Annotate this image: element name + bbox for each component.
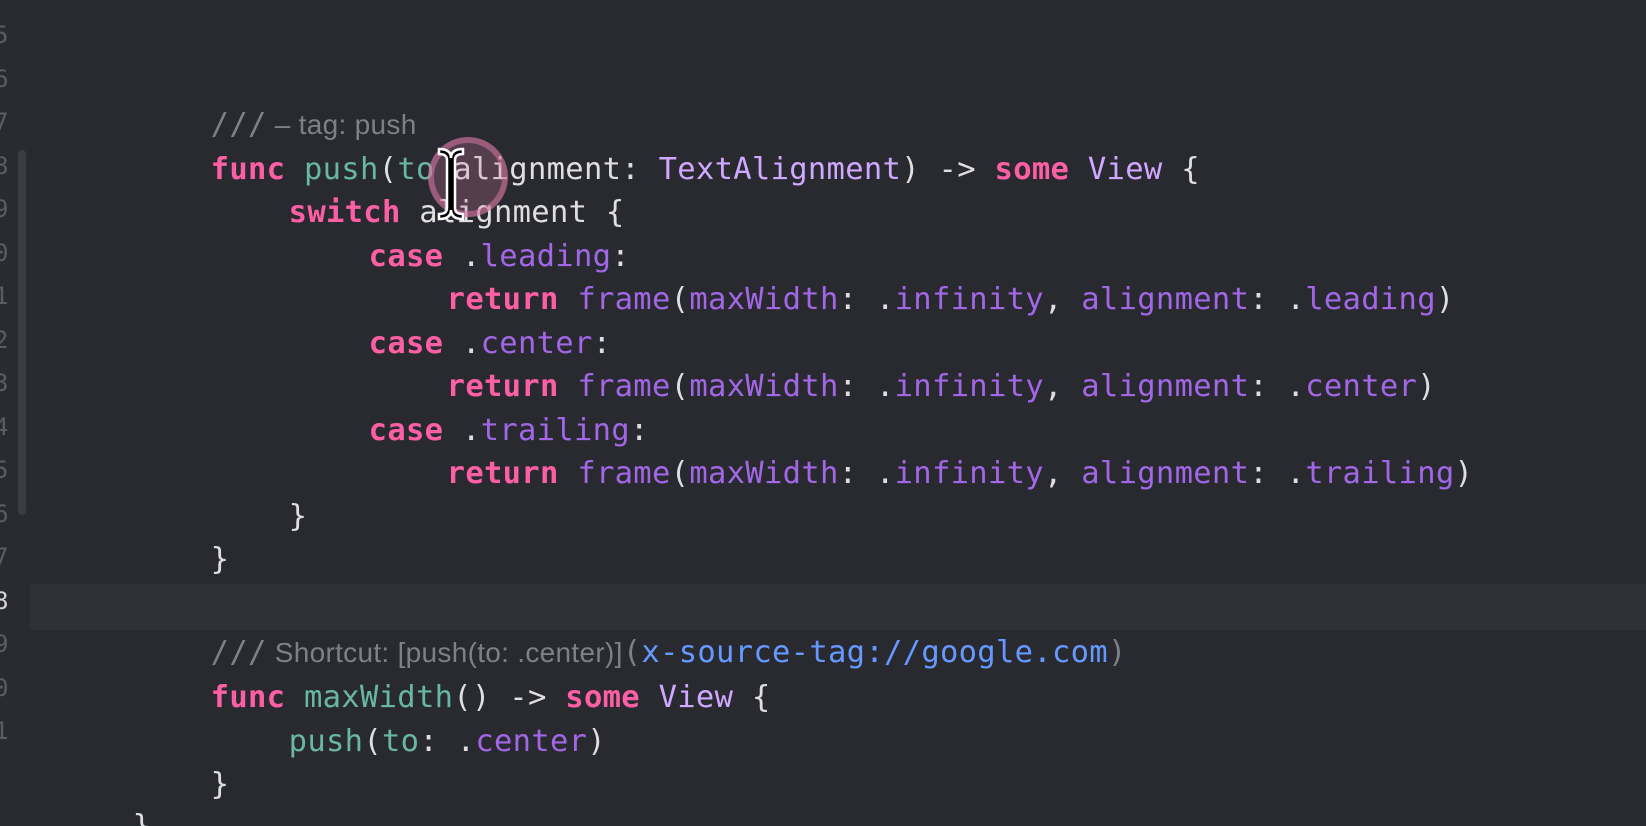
line-number: 4 (0, 413, 8, 440)
separator: : . (1249, 369, 1306, 404)
line-number: 1 (0, 283, 8, 309)
arg-value: center (1305, 369, 1418, 404)
line-number: 0 (0, 239, 8, 266)
arg-label: alignment (1081, 369, 1250, 404)
function-call: frame (577, 456, 671, 491)
arg-label: maxWidth (689, 282, 839, 317)
code-line-return-leading[interactable]: return frame(maxWidth: .infinity, alignm… (372, 231, 1455, 317)
line-number: 7 (0, 109, 8, 135)
code-line-close-extension[interactable]: } (58, 758, 151, 826)
close-brace: } (210, 767, 230, 802)
comma: , (1043, 282, 1082, 317)
code-line-doc-comment-shortcut[interactable]: /// Shortcut: [push(to: .center)](x-sour… (136, 584, 1127, 670)
paren-open: ( (670, 369, 690, 404)
arg-label: alignment (1081, 282, 1250, 317)
arg-label: maxWidth (689, 369, 839, 404)
line-number: 8 (0, 587, 8, 614)
close-brace: } (133, 809, 152, 826)
paren-close: ) (587, 724, 606, 759)
line-number: 6 (0, 65, 8, 92)
paren-close: ) (1417, 369, 1436, 404)
return-arrow: ) -> (901, 152, 995, 187)
close-brace: } (210, 542, 230, 577)
type-view: View (1087, 152, 1163, 187)
paren-open: ( (670, 282, 690, 317)
paren-close: ) (1107, 635, 1127, 670)
keyword-some: some (994, 152, 1070, 187)
separator: : . (838, 282, 895, 317)
code-line-case-center[interactable]: case .center: (294, 275, 611, 361)
open-brace: { (1162, 152, 1200, 187)
arg-value: trailing (1305, 456, 1455, 491)
paren-close: ) (1454, 456, 1474, 491)
keyword-return: return (446, 456, 559, 491)
arg-label: alignment (1081, 456, 1250, 491)
code-line-func-maxwidth[interactable]: func maxWidth() -> some View { (136, 629, 771, 715)
line-number: 7 (0, 544, 8, 570)
argument-label: to (381, 724, 420, 759)
line-number: 5 (0, 22, 8, 48)
code-editor[interactable]: 5 6 7 8 9 0 1 2 3 4 5 6 7 8 9 0 1 /// – tag: push func p… (0, 0, 1646, 826)
type-view: View (658, 680, 734, 715)
paren-open: ( (363, 724, 382, 759)
line-number: 8 (0, 152, 8, 179)
type-name: TextAlignment (658, 152, 902, 187)
line-number: 9 (0, 196, 8, 222)
code-line-func-push[interactable]: func push(to alignment: TextAlignment) -… (136, 101, 1200, 187)
paren-open: ( (670, 456, 690, 491)
arg-value: infinity (894, 369, 1044, 404)
arg-value: infinity (894, 456, 1044, 491)
ibeam-cursor-icon (437, 147, 465, 221)
comma: , (1043, 369, 1082, 404)
separator: : . (838, 456, 895, 491)
separator: : . (838, 369, 895, 404)
code-line-return-trailing[interactable]: return frame(maxWidth: .infinity, alignm… (372, 405, 1473, 491)
separator: : . (419, 724, 476, 759)
close-brace: } (288, 499, 308, 534)
arg-value: leading (1305, 282, 1436, 317)
comma: , (1043, 456, 1082, 491)
line-number: 3 (0, 370, 8, 396)
code-line-close-maxwidth[interactable]: } (136, 716, 229, 802)
separator: : . (1249, 282, 1306, 317)
code-line-push-call[interactable]: push(to: .center) (214, 673, 606, 759)
separator: : . (1249, 456, 1306, 491)
vertical-scrollbar[interactable] (18, 150, 26, 515)
arg-value: infinity (894, 282, 1044, 317)
paren-close: ) (1435, 282, 1455, 317)
line-number: 6 (0, 500, 8, 527)
line-number: 0 (0, 674, 8, 701)
code-line-close-switch[interactable]: } (214, 448, 307, 534)
arg-label: maxWidth (689, 456, 839, 491)
code-line-case-trailing[interactable]: case .trailing: (294, 362, 649, 448)
line-number: 5 (0, 457, 8, 483)
code-line-close-func[interactable]: } (136, 491, 229, 577)
open-brace: { (733, 680, 771, 715)
line-number: 2 (0, 326, 8, 353)
code-line-doc-comment-tag[interactable]: /// – tag: push (136, 56, 417, 142)
enum-member: center (475, 724, 588, 759)
code-line-switch[interactable]: switch alignment { (214, 144, 625, 230)
line-number: 1 (0, 718, 8, 744)
line-number: 9 (0, 631, 8, 657)
function-call: push (288, 724, 364, 759)
code-line-return-center[interactable]: return frame(maxWidth: .infinity, alignm… (372, 318, 1436, 404)
